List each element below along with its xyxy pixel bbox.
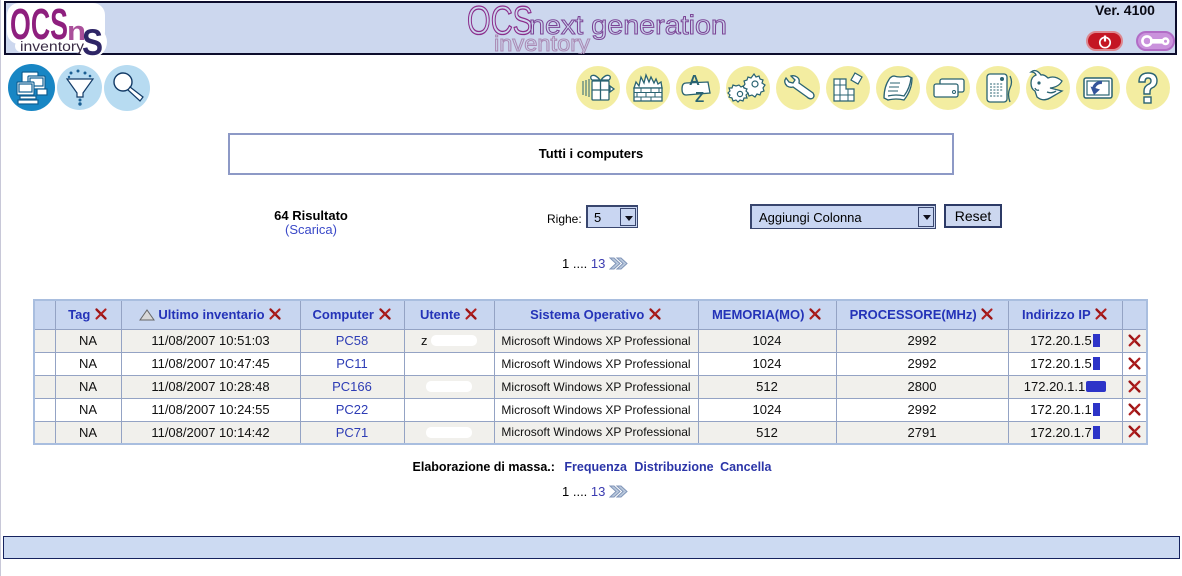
svg-text:inventory: inventory <box>494 31 590 54</box>
svg-text:inventory: inventory <box>20 39 84 54</box>
svg-text:Z: Z <box>695 89 704 106</box>
svg-text:S: S <box>82 22 103 60</box>
svg-text:A: A <box>689 72 700 89</box>
